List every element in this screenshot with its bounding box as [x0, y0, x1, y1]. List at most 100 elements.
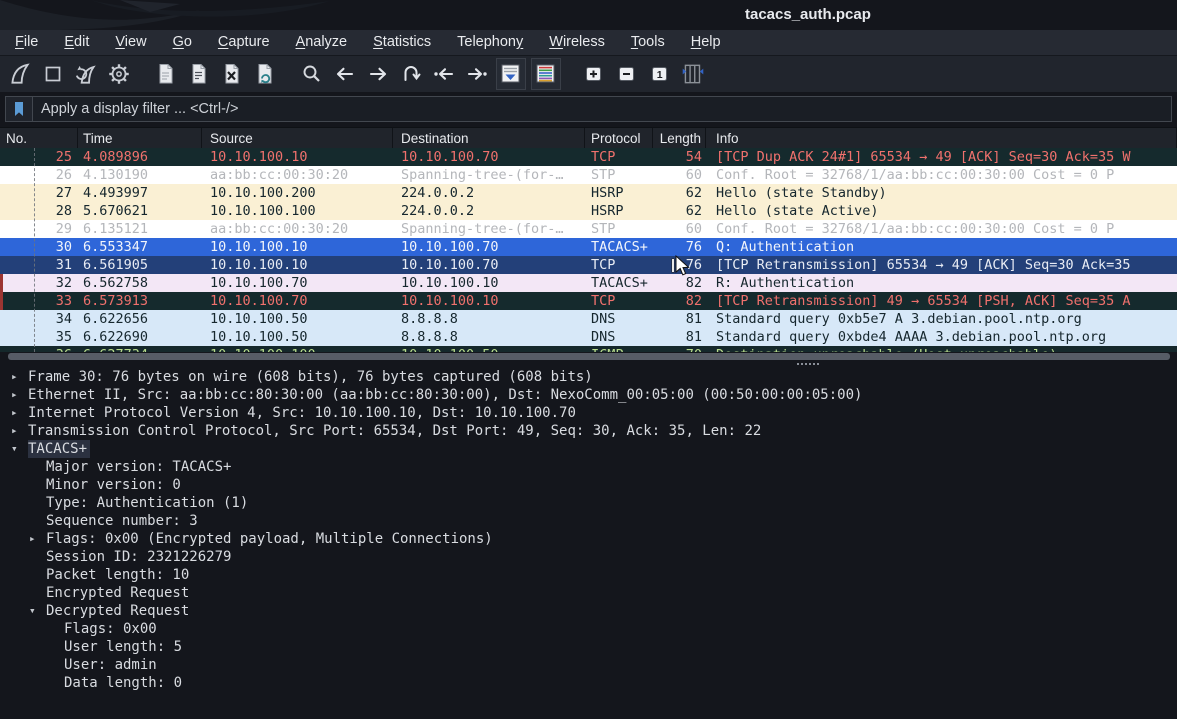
menu-capture[interactable]: Capture	[205, 30, 283, 56]
zoom-out-button[interactable]	[613, 59, 641, 89]
normal-size-button[interactable]: 1	[646, 59, 674, 89]
detail-line[interactable]: Packet length: 10	[0, 566, 1177, 584]
menu-help[interactable]: Help	[678, 30, 734, 56]
capture-options-button[interactable]	[105, 59, 133, 89]
detail-line[interactable]: Minor version: 0	[0, 476, 1177, 494]
zoom-in-button[interactable]	[580, 59, 608, 89]
cell-protocol: TACACS+	[585, 238, 653, 256]
open-file-icon	[154, 62, 178, 86]
packet-row-28[interactable]: 285.67062110.10.100.100224.0.0.2HSRP62He…	[0, 202, 1177, 220]
auto-scroll-button[interactable]	[496, 58, 526, 90]
detail-text: Encrypted Request	[46, 584, 189, 602]
display-filter-input[interactable]: Apply a display filter ... <Ctrl-/>	[5, 96, 1172, 122]
menu-wireless[interactable]: Wireless	[536, 30, 618, 56]
column-header-source[interactable]: Source	[202, 128, 393, 149]
detail-line[interactable]: User: admin	[0, 656, 1177, 674]
detail-line[interactable]: ▸Ethernet II, Src: aa:bb:cc:80:30:00 (aa…	[0, 386, 1177, 404]
detail-line[interactable]: Encrypted Request	[0, 584, 1177, 602]
menu-edit[interactable]: Edit	[51, 30, 102, 56]
detail-line[interactable]: Major version: TACACS+	[0, 458, 1177, 476]
go-back-button[interactable]	[331, 59, 359, 89]
filter-bookmark-button[interactable]	[6, 97, 33, 121]
expand-right-icon[interactable]: ▸	[8, 368, 28, 386]
expand-down-icon[interactable]: ▾	[8, 440, 28, 458]
packet-row-30[interactable]: 306.55334710.10.100.1010.10.100.70TACACS…	[0, 238, 1177, 256]
detail-line[interactable]: ▾Decrypted Request	[0, 602, 1177, 620]
find-packet-button[interactable]	[298, 59, 326, 89]
menu-tools[interactable]: Tools	[618, 30, 678, 56]
expand-right-icon[interactable]: ▸	[26, 530, 46, 548]
expand-down-icon[interactable]: ▾	[26, 602, 46, 620]
cell-time: 4.493997	[78, 184, 202, 202]
reload-file-button[interactable]	[251, 59, 279, 89]
detail-line[interactable]: Data length: 0	[0, 674, 1177, 692]
cell-time: 6.553347	[78, 238, 202, 256]
detail-line[interactable]: User length: 5	[0, 638, 1177, 656]
expand-right-icon[interactable]: ▸	[8, 422, 28, 440]
colorize-button[interactable]	[531, 58, 561, 90]
cell-source: 10.10.100.70	[202, 292, 393, 310]
go-forward-button[interactable]	[364, 59, 392, 89]
splitter-handle-icon[interactable]	[797, 363, 819, 365]
packet-row-27[interactable]: 274.49399710.10.100.200224.0.0.2HSRP62He…	[0, 184, 1177, 202]
colorize-icon	[534, 62, 558, 86]
detail-line[interactable]: Type: Authentication (1)	[0, 494, 1177, 512]
menu-analyze[interactable]: Analyze	[283, 30, 361, 56]
last-packet-button[interactable]	[463, 59, 491, 89]
detail-line[interactable]: Session ID: 2321226279	[0, 548, 1177, 566]
expand-spacer	[26, 548, 46, 566]
detail-line[interactable]: ▾TACACS+	[0, 440, 1177, 458]
expand-spacer	[26, 494, 46, 512]
menu-statistics[interactable]: Statistics	[360, 30, 444, 56]
detail-line[interactable]: Sequence number: 3	[0, 512, 1177, 530]
packet-row-34[interactable]: 346.62265610.10.100.508.8.8.8DNS81Standa…	[0, 310, 1177, 328]
column-header-no[interactable]: No.	[0, 128, 78, 149]
resize-columns-button[interactable]	[679, 59, 707, 89]
menu-telephony[interactable]: Telephony	[444, 30, 536, 56]
packet-list[interactable]: 254.08989610.10.100.1010.10.100.70TCP54[…	[0, 148, 1177, 352]
save-file-button[interactable]	[185, 59, 213, 89]
cell-destination: 224.0.0.2	[393, 184, 585, 202]
pane-splitter[interactable]	[0, 361, 1177, 368]
open-file-button[interactable]	[152, 59, 180, 89]
column-header-length[interactable]: Length	[653, 128, 706, 149]
menu-view[interactable]: View	[102, 30, 159, 56]
packet-row-26[interactable]: 264.130190aa:bb:cc:00:30:20Spanning-tree…	[0, 166, 1177, 184]
horizontal-scrollbar[interactable]	[0, 352, 1177, 361]
detail-line[interactable]: ▸Transmission Control Protocol, Src Port…	[0, 422, 1177, 440]
auto-scroll-icon	[499, 62, 523, 86]
start-capture-button[interactable]	[6, 59, 34, 89]
close-file-button[interactable]	[218, 59, 246, 89]
go-to-packet-button[interactable]	[397, 59, 425, 89]
expand-right-icon[interactable]: ▸	[8, 386, 28, 404]
column-header-protocol[interactable]: Protocol	[585, 128, 653, 149]
scrollbar-thumb[interactable]	[8, 353, 1170, 360]
expand-right-icon[interactable]: ▸	[8, 404, 28, 422]
packet-row-32[interactable]: 326.56275810.10.100.7010.10.100.10TACACS…	[0, 274, 1177, 292]
packet-row-25[interactable]: 254.08989610.10.100.1010.10.100.70TCP54[…	[0, 148, 1177, 166]
cell-length: 54	[653, 148, 706, 166]
find-packet-icon	[300, 62, 324, 86]
cell-source: 10.10.100.70	[202, 274, 393, 292]
menu-go[interactable]: Go	[160, 30, 205, 56]
stop-capture-button[interactable]	[39, 59, 67, 89]
packet-row-35[interactable]: 356.62269010.10.100.508.8.8.8DNS81Standa…	[0, 328, 1177, 346]
packet-row-33[interactable]: 336.57391310.10.100.7010.10.100.10TCP82[…	[0, 292, 1177, 310]
detail-line[interactable]: Flags: 0x00	[0, 620, 1177, 638]
column-header-info[interactable]: Info	[706, 128, 1177, 149]
column-header-destination[interactable]: Destination	[393, 128, 585, 149]
detail-line[interactable]: ▸Frame 30: 76 bytes on wire (608 bits), …	[0, 368, 1177, 386]
detail-line[interactable]: ▸Flags: 0x00 (Encrypted payload, Multipl…	[0, 530, 1177, 548]
menu-file[interactable]: File	[2, 30, 51, 56]
packet-row-31[interactable]: 316.56190510.10.100.1010.10.100.70TCP76[…	[0, 256, 1177, 274]
expand-spacer	[26, 476, 46, 494]
detail-line[interactable]: ▸Internet Protocol Version 4, Src: 10.10…	[0, 404, 1177, 422]
cell-no: 25	[0, 148, 78, 166]
detail-text: Internet Protocol Version 4, Src: 10.10.…	[28, 404, 576, 422]
column-header-time[interactable]: Time	[78, 128, 202, 149]
packet-row-29[interactable]: 296.135121aa:bb:cc:00:30:20Spanning-tree…	[0, 220, 1177, 238]
expand-spacer	[26, 458, 46, 476]
first-packet-button[interactable]	[430, 59, 458, 89]
detail-text: Flags: 0x00 (Encrypted payload, Multiple…	[46, 530, 493, 548]
restart-capture-button[interactable]	[72, 59, 100, 89]
